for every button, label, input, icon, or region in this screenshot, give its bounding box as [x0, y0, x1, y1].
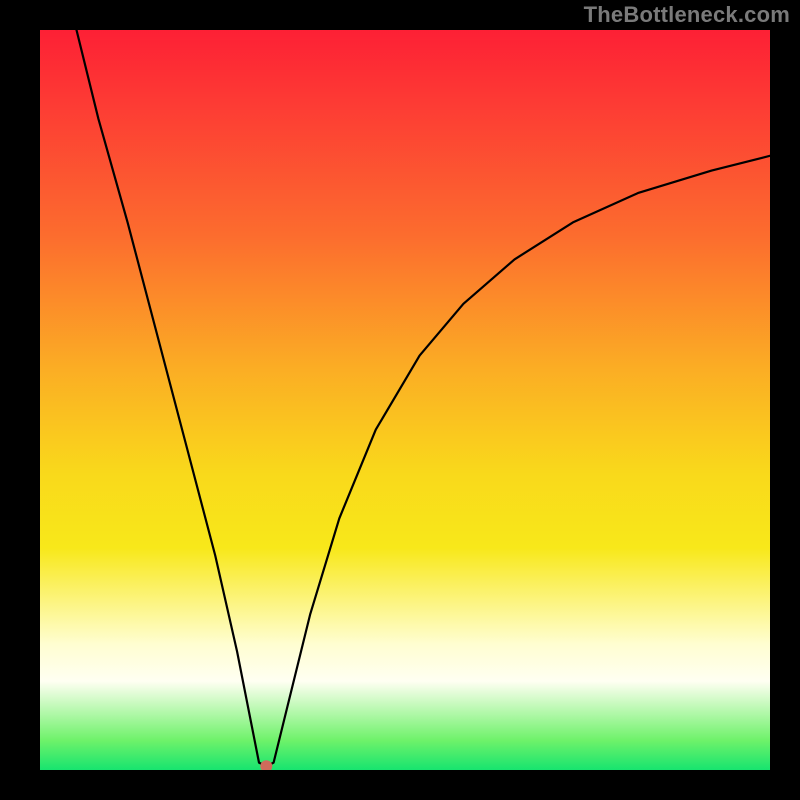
plot-area — [40, 30, 770, 770]
chart-frame: TheBottleneck.com — [0, 0, 800, 800]
bottleneck-curve — [77, 30, 771, 766]
chart-svg — [40, 30, 770, 770]
watermark-text: TheBottleneck.com — [584, 2, 790, 28]
optimal-point-marker — [260, 760, 272, 770]
